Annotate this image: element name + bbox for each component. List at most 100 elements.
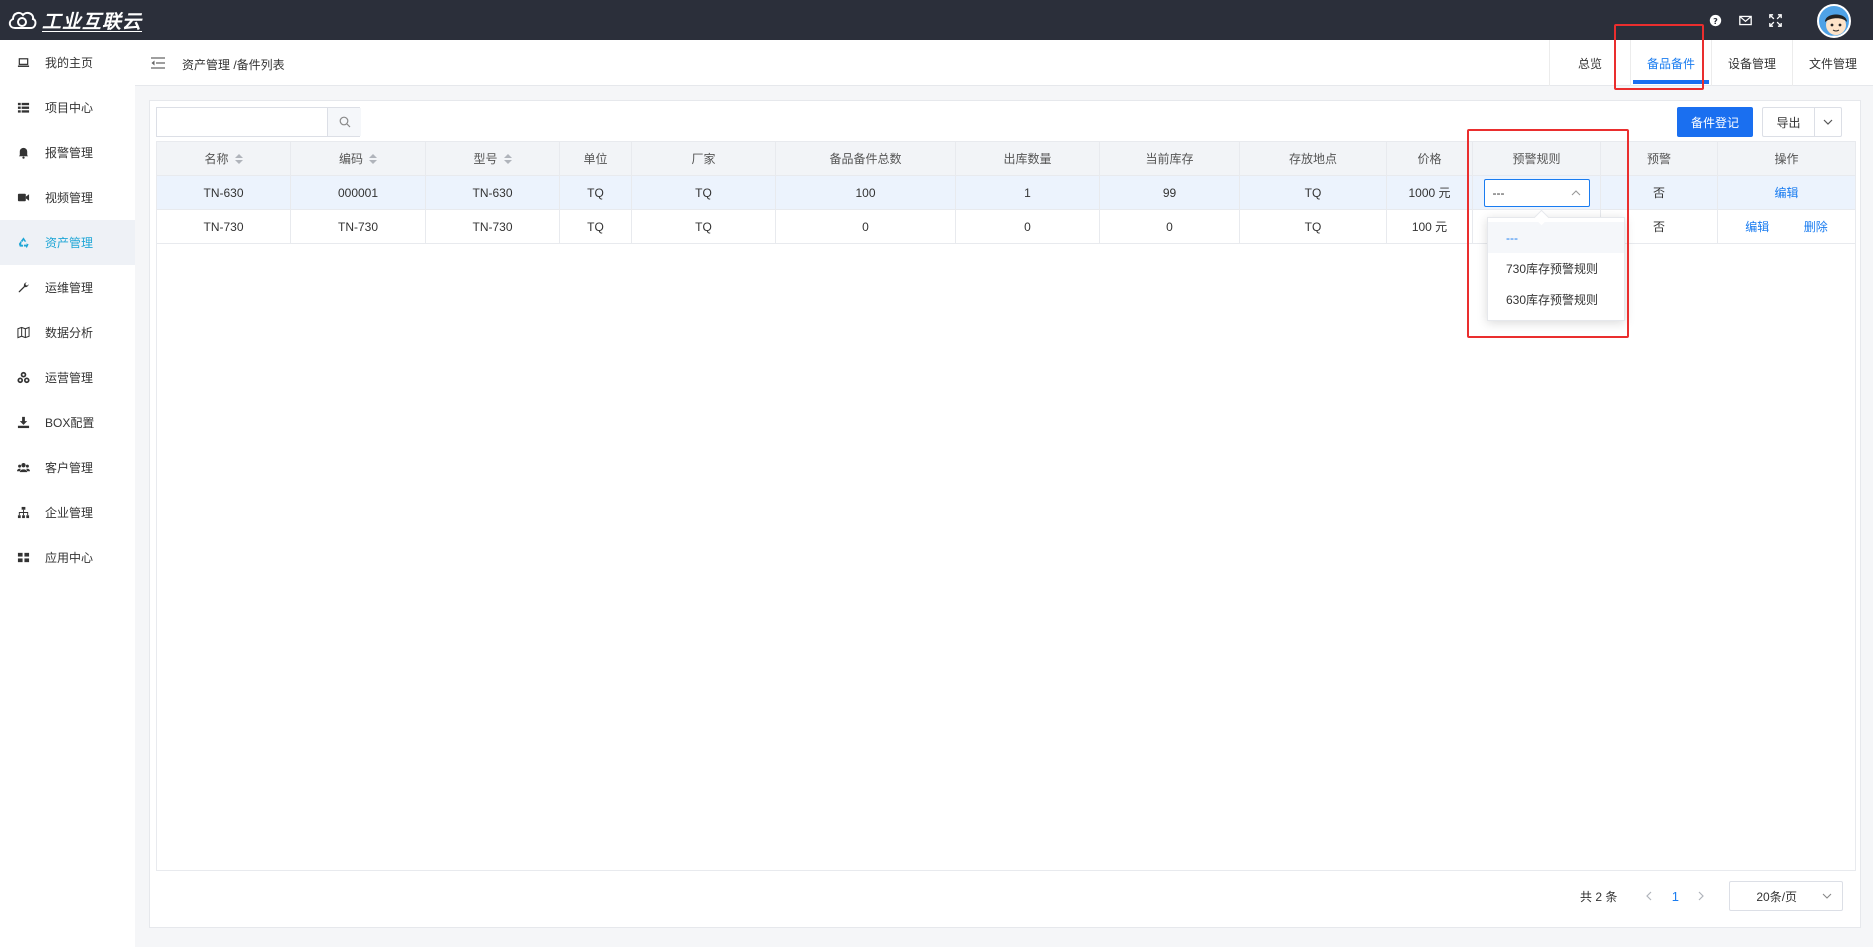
sidebar-item-apps[interactable]: 应用中心 — [0, 535, 135, 580]
edit-link[interactable]: 编辑 — [1774, 184, 1798, 201]
bell-icon — [15, 145, 31, 161]
alert-rule-select[interactable]: --- — [1483, 178, 1590, 207]
search-box — [156, 107, 361, 137]
download-icon — [15, 415, 31, 431]
sidebar-item-assets[interactable]: 资产管理 — [0, 220, 135, 265]
column-header-unit: 单位 — [560, 142, 632, 175]
sidebar-item-label: 应用中心 — [45, 551, 94, 565]
cloud-logo-icon — [8, 11, 37, 29]
cell-name: TN-730 — [157, 210, 291, 243]
recycle-icon — [15, 235, 31, 251]
sitemap-icon — [15, 505, 31, 521]
cell-outbound: 1 — [956, 176, 1100, 209]
cell-stock: 0 — [1100, 210, 1240, 243]
next-page-icon[interactable] — [1687, 891, 1715, 901]
tab-equipment[interactable]: 设备管理 — [1711, 40, 1792, 86]
dropdown-option[interactable]: 730库存预警规则 — [1488, 253, 1624, 284]
cell-stock: 99 — [1100, 176, 1240, 209]
sort-icon[interactable] — [369, 153, 377, 164]
export-button[interactable]: 导出 — [1762, 107, 1842, 137]
pagination: 共 2 条 1 20条/页 — [1580, 881, 1844, 911]
table-row[interactable]: TN-630 000001 TN-630 TQ TQ 100 1 99 TQ 1… — [157, 176, 1855, 210]
sidebar-item-operations[interactable]: 运营管理 — [0, 355, 135, 400]
fullscreen-icon[interactable] — [1767, 12, 1783, 28]
sidebar-item-label: 运营管理 — [45, 371, 94, 385]
logo[interactable]: 工业互联云 — [6, 7, 142, 34]
cell-alert: 否 — [1601, 176, 1718, 209]
sidebar-item-analytics[interactable]: 数据分析 — [0, 310, 135, 355]
cell-code: 000001 — [291, 176, 426, 209]
logo-text: 工业互联云 — [42, 10, 143, 33]
sidebar-item-video[interactable]: 视频管理 — [0, 175, 135, 220]
help-icon[interactable]: ? — [1707, 12, 1723, 28]
sidebar-item-projects[interactable]: 项目中心 — [0, 85, 135, 130]
cell-total: 0 — [776, 210, 956, 243]
cell-model: TN-730 — [426, 210, 560, 243]
chevron-down-icon[interactable] — [1815, 108, 1841, 136]
chevron-down-icon — [1822, 893, 1832, 899]
cubes-icon — [15, 370, 31, 386]
page-size-select[interactable]: 20条/页 — [1729, 881, 1844, 911]
column-header-alert-rule: 预警规则 — [1473, 142, 1601, 175]
tab-files[interactable]: 文件管理 — [1792, 40, 1873, 86]
export-label: 导出 — [1763, 108, 1815, 136]
sort-icon[interactable] — [503, 153, 512, 164]
prev-page-icon[interactable] — [1635, 891, 1663, 901]
sidebar-item-label: 视频管理 — [45, 191, 94, 205]
delete-link[interactable]: 删除 — [1804, 218, 1828, 235]
page-number[interactable]: 1 — [1663, 889, 1687, 904]
tab-bar: 总览 备品备件 设备管理 文件管理 — [1549, 40, 1873, 86]
column-header-location: 存放地点 — [1240, 142, 1387, 175]
cell-alert-rule: --- — [1473, 176, 1601, 209]
laptop-icon — [15, 55, 31, 71]
search-button[interactable] — [327, 108, 361, 136]
sidebar-item-customers[interactable]: 客户管理 — [0, 445, 135, 490]
sidebar: 我的主页 项目中心 报警管理 视频管理 资产管理 运维管理 数据分析 运营管理 … — [0, 40, 135, 947]
sidebar-item-label: BOX配置 — [45, 416, 95, 430]
cell-unit: TQ — [560, 210, 632, 243]
tab-spare-parts[interactable]: 备品备件 — [1630, 40, 1711, 86]
list-icon — [15, 100, 31, 116]
cell-location: TQ — [1240, 176, 1387, 209]
sidebar-item-label: 企业管理 — [45, 506, 94, 520]
search-icon — [339, 116, 350, 128]
search-input[interactable] — [157, 108, 327, 136]
sidebar-item-home[interactable]: 我的主页 — [0, 40, 135, 85]
map-icon — [15, 325, 31, 341]
sidebar-item-label: 资产管理 — [45, 236, 94, 250]
sidebar-item-label: 报警管理 — [45, 146, 94, 160]
menu-collapse-icon[interactable] — [151, 57, 165, 69]
register-spare-button[interactable]: 备件登记 — [1677, 107, 1753, 137]
dropdown-option[interactable]: --- — [1488, 222, 1624, 253]
sidebar-item-enterprise[interactable]: 企业管理 — [0, 490, 135, 535]
column-header-actions: 操作 — [1774, 152, 1799, 166]
sidebar-item-alarms[interactable]: 报警管理 — [0, 130, 135, 175]
column-header-stock: 当前库存 — [1100, 142, 1240, 175]
sidebar-item-label: 我的主页 — [45, 56, 94, 70]
avatar[interactable] — [1817, 4, 1851, 38]
sort-icon[interactable] — [234, 153, 243, 164]
cell-location: TQ — [1240, 210, 1387, 243]
dropdown-option[interactable]: 630库存预警规则 — [1488, 284, 1624, 315]
column-header-model[interactable]: 型号 — [426, 142, 560, 175]
cell-name: TN-630 — [157, 176, 291, 209]
tab-overview[interactable]: 总览 — [1549, 40, 1630, 86]
cell-actions: 编辑 删除 — [1718, 210, 1855, 243]
table-header: 名称 编码 型号 单位 厂家 备品备件总数 出库数量 当前库存 存放地点 价格 … — [157, 142, 1855, 176]
sub-header: 资产管理 /备件列表 总览 备品备件 设备管理 文件管理 — [135, 40, 1873, 86]
column-header-price: 价格 — [1387, 142, 1473, 175]
edit-link[interactable]: 编辑 — [1745, 218, 1769, 235]
sidebar-item-box-config[interactable]: BOX配置 — [0, 400, 135, 445]
cell-total: 100 — [776, 176, 956, 209]
cell-price: 100 元 — [1387, 210, 1473, 243]
column-header-total: 备品备件总数 — [776, 142, 956, 175]
column-header-code[interactable]: 编码 — [291, 142, 426, 175]
pagination-total: 共 2 条 — [1580, 889, 1618, 904]
svg-text:?: ? — [1713, 15, 1718, 25]
alert-rule-select-value: --- — [1492, 185, 1505, 200]
column-header-name[interactable]: 名称 — [157, 142, 291, 175]
cell-unit: TQ — [560, 176, 632, 209]
mail-icon[interactable] — [1737, 12, 1753, 28]
page-size-value: 20条/页 — [1756, 889, 1798, 904]
sidebar-item-ops[interactable]: 运维管理 — [0, 265, 135, 310]
